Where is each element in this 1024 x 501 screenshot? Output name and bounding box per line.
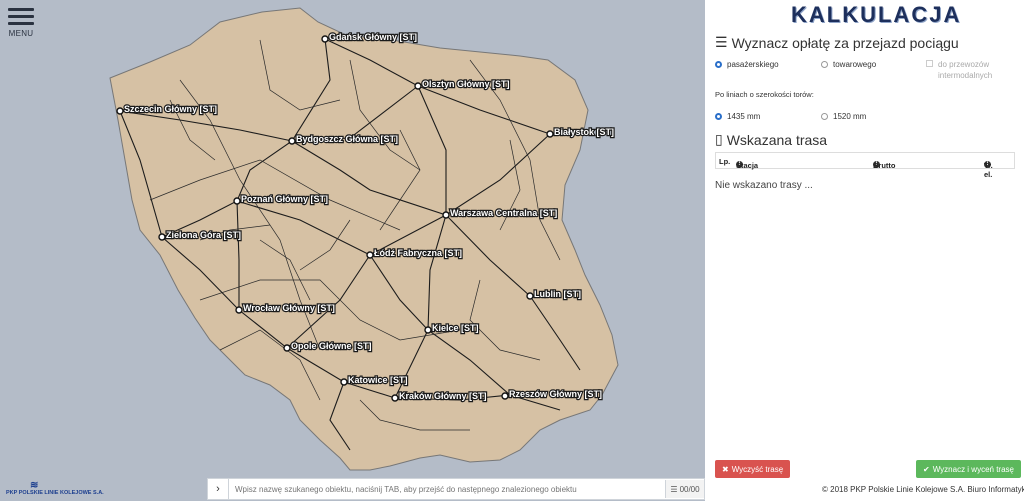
- menu-label: MENU: [8, 29, 34, 38]
- checkbox-intermodal[interactable]: do przewozów intermodalnych: [926, 59, 992, 81]
- route-empty-message: Nie wskazano trasy ...: [715, 180, 813, 191]
- copyright-text: © 2018 PKP Polskie Linie Kolejowe S.A. B…: [822, 485, 1024, 494]
- panel-brand-title: KALKULACJA: [791, 2, 962, 27]
- city-label: Bydgoszcz Główna [ST]: [296, 134, 398, 144]
- city-marker[interactable]: Gdańsk Główny [ST]: [321, 31, 418, 43]
- pkp-logo-text: PKP POLSKIE LINIE KOLEJOWE S.A.: [6, 490, 104, 496]
- hamburger-icon-bar: [8, 15, 34, 18]
- hamburger-icon: [8, 8, 34, 11]
- radio-gauge-1520[interactable]: 1520 mm: [821, 112, 866, 121]
- city-label: Olsztyn Główny [ST]: [422, 79, 510, 89]
- city-label: Lublin [ST]: [534, 289, 581, 299]
- list-icon: ☰: [715, 34, 728, 50]
- city-marker[interactable]: Kraków Główny [ST]: [391, 390, 488, 402]
- section-fee-title: Wyznacz opłatę za przejazd pociągu: [731, 34, 959, 51]
- city-label: Szczecin Główny [ST]: [124, 104, 217, 114]
- city-marker[interactable]: Szczecin Główny [ST]: [116, 103, 218, 115]
- city-label: Łódź Fabryczna [ST]: [374, 248, 462, 258]
- radio-icon-checked: [715, 61, 722, 68]
- city-label: Kraków Główny [ST]: [399, 391, 487, 401]
- hamburger-icon-bar: [8, 22, 34, 25]
- city-marker[interactable]: Lublin [ST]: [526, 288, 582, 300]
- section-route-title: Wskazana trasa: [726, 131, 828, 148]
- city-marker[interactable]: Bydgoszcz Główna [ST]: [288, 133, 399, 145]
- radio-freight-label: towarowego: [833, 60, 877, 69]
- city-label: Gdańsk Główny [ST]: [329, 32, 417, 42]
- search-counter-value: 00/00: [679, 484, 700, 494]
- gauge-caption: Po liniach o szerokości torów:: [715, 90, 814, 99]
- list-icon: ☰: [670, 484, 678, 494]
- city-marker[interactable]: Rzeszów Główny [ST]: [501, 388, 603, 400]
- map-canvas[interactable]: Gdańsk Główny [ST] Olsztyn Główny [ST] S…: [0, 0, 705, 501]
- calculate-route-label: Wyznacz i wyceń trasę: [932, 464, 1014, 474]
- col-lp: Lp.: [719, 157, 731, 166]
- col-stacja: Stacja: [736, 161, 759, 170]
- city-label: Rzeszów Główny [ST]: [509, 389, 602, 399]
- col-trel: Tr. el.: [984, 161, 993, 179]
- city-marker[interactable]: Białystok [ST]: [546, 126, 615, 138]
- route-table-header: Lp. i Stacja i Brutto i Tr. el.: [715, 152, 1015, 179]
- search-input[interactable]: [229, 484, 665, 494]
- city-marker[interactable]: Olsztyn Główny [ST]: [414, 78, 511, 90]
- radio-gauge-1435[interactable]: 1435 mm: [715, 112, 760, 121]
- section-fee-heading: ☰ Wyznacz opłatę za przejazd pociągu: [715, 34, 959, 51]
- map-icon: ▯: [715, 131, 723, 147]
- search-result-counter: ☰ 00/00: [665, 480, 704, 498]
- pkp-logo-mark-icon: ≋: [30, 480, 39, 491]
- city-label: Wrocław Główny [ST]: [243, 303, 335, 313]
- radio-passenger[interactable]: pasażerskiego: [715, 60, 779, 69]
- calculation-panel: KALKULACJA ☰ Wyznacz opłatę za przejazd …: [705, 0, 1024, 501]
- pkp-logo: ≋ PKP POLSKIE LINIE KOLEJOWE S.A.: [6, 480, 104, 497]
- clear-route-button[interactable]: ✖ Wyczyść trasę: [715, 460, 791, 478]
- radio-gauge-1520-label: 1520 mm: [833, 112, 867, 121]
- close-icon: ✖: [722, 464, 729, 474]
- radio-icon: [821, 61, 828, 68]
- city-marker[interactable]: Wrocław Główny [ST]: [235, 302, 336, 314]
- intermodal-label-line2: intermodalnych: [938, 71, 993, 80]
- city-marker[interactable]: Kielce [ST]: [424, 322, 480, 334]
- city-marker[interactable]: Łódź Fabryczna [ST]: [366, 247, 463, 259]
- city-label: Białystok [ST]: [554, 127, 614, 137]
- menu-button[interactable]: MENU: [8, 8, 34, 38]
- radio-passenger-label: pasażerskiego: [727, 60, 779, 69]
- radio-icon: [821, 113, 828, 120]
- chevron-right-icon[interactable]: ›: [208, 479, 229, 499]
- section-route-heading: ▯ Wskazana trasa: [715, 131, 827, 148]
- city-marker[interactable]: Warszawa Centralna [ST]: [442, 207, 558, 219]
- calculate-route-button[interactable]: ✔ Wyznacz i wyceń trasę: [916, 460, 1021, 478]
- checkbox-icon: [926, 60, 933, 67]
- checkbox-intermodal-label: do przewozów intermodalnych: [938, 59, 992, 81]
- intermodal-label-line1: do przewozów: [938, 60, 990, 69]
- search-bar: › ☰ 00/00: [207, 478, 705, 500]
- city-marker[interactable]: Katowice [ST]: [340, 374, 409, 386]
- city-label: Kielce [ST]: [432, 323, 479, 333]
- city-marker[interactable]: Opole Główne [ST]: [283, 340, 373, 352]
- city-label: Poznań Główny [ST]: [241, 194, 328, 204]
- city-marker[interactable]: Poznań Główny [ST]: [233, 193, 329, 205]
- city-label: Katowice [ST]: [348, 375, 408, 385]
- railway-map[interactable]: Gdańsk Główny [ST] Olsztyn Główny [ST] S…: [0, 0, 705, 501]
- radio-gauge-1435-label: 1435 mm: [727, 112, 761, 121]
- col-brutto: Brutto: [873, 161, 896, 170]
- city-label: Warszawa Centralna [ST]: [450, 208, 557, 218]
- city-label: Zielona Góra [ST]: [166, 230, 241, 240]
- city-label: Opole Główne [ST]: [291, 341, 372, 351]
- radio-icon-checked: [715, 113, 722, 120]
- radio-freight[interactable]: towarowego: [821, 60, 876, 69]
- city-marker[interactable]: Zielona Góra [ST]: [158, 229, 242, 241]
- clear-route-label: Wyczyść trasę: [731, 464, 784, 474]
- check-icon: ✔: [923, 464, 930, 474]
